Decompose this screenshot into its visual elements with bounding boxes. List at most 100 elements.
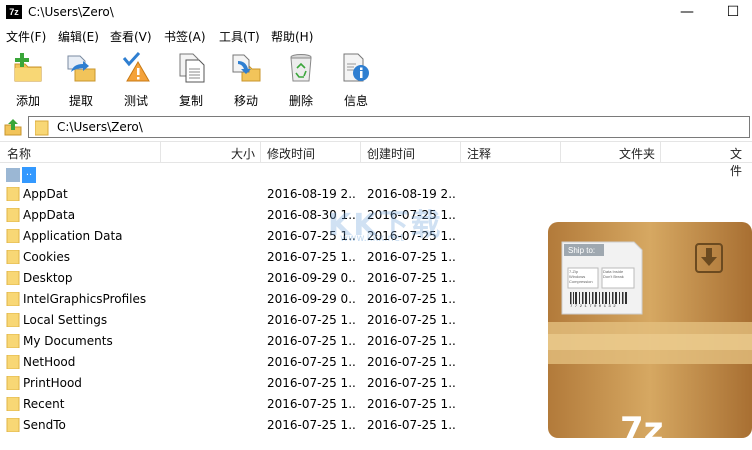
move-icon	[230, 52, 262, 84]
parent-folder-row[interactable]: ..	[0, 163, 752, 184]
item-created: 2016-07-25 1...	[367, 418, 455, 432]
folder-icon	[6, 355, 20, 369]
add-button[interactable]: 添加	[0, 50, 56, 112]
item-created: 2016-07-25 1...	[367, 376, 455, 390]
add-icon	[12, 52, 44, 84]
menu-edit[interactable]: 编辑(E)	[58, 28, 99, 45]
move-label: 移动	[233, 94, 258, 108]
menu-bookmarks[interactable]: 书签(A)	[164, 28, 206, 45]
7zip-box-illustration: Ship to: 7-Zip Windows Compression Data …	[544, 222, 752, 450]
address-path: C:\Users\Zero\	[57, 120, 143, 134]
minimize-button[interactable]: —	[664, 0, 710, 26]
item-modified: 2016-07-25 1...	[267, 418, 355, 432]
info-button[interactable]: 信息	[328, 50, 384, 112]
move-button[interactable]: 移动	[218, 50, 274, 112]
column-separator[interactable]	[260, 142, 261, 162]
recycle-bin-icon	[285, 52, 317, 84]
window-title: C:\Users\Zero\	[28, 5, 114, 19]
test-button[interactable]: 测试	[108, 50, 164, 112]
item-created: 2016-07-25 1...	[367, 271, 455, 285]
folder-icon	[6, 376, 20, 390]
folder-icon	[6, 292, 20, 306]
up-folder-button[interactable]	[4, 118, 22, 136]
item-name: AppData	[23, 208, 76, 222]
item-modified: 2016-07-25 1...	[267, 313, 355, 327]
folder-icon	[6, 187, 20, 201]
item-modified: 2016-08-19 2...	[267, 187, 355, 201]
menu-view[interactable]: 查看(V)	[110, 28, 152, 45]
column-separator[interactable]	[560, 142, 561, 162]
item-name: Desktop	[23, 271, 73, 285]
item-created: 2016-07-25 1...	[367, 250, 455, 264]
menu-file[interactable]: 文件(F)	[6, 28, 46, 45]
item-created: 2016-07-25 1...	[367, 292, 455, 306]
menu-bar: 文件(F) 编辑(E) 查看(V) 书签(A) 工具(T) 帮助(H)	[0, 26, 752, 46]
copy-button[interactable]: 复制	[163, 50, 219, 112]
delete-button[interactable]: 删除	[273, 50, 329, 112]
column-separator[interactable]	[460, 142, 461, 162]
parent-folder-icon	[6, 168, 20, 182]
item-modified: 2016-07-25 1...	[267, 376, 355, 390]
menu-help[interactable]: 帮助(H)	[271, 28, 313, 45]
item-modified: 2016-07-25 1...	[267, 355, 355, 369]
column-created[interactable]: 创建时间	[367, 145, 415, 162]
column-size[interactable]: 大小	[231, 145, 255, 162]
folder-icon	[6, 418, 20, 432]
item-created: 2016-07-25 1...	[367, 313, 455, 327]
folder-icon	[6, 229, 20, 243]
app-7zip-icon: 7z	[6, 5, 22, 19]
folder-icon	[6, 313, 20, 327]
box-barcode-number: 7 7 2 1 7 0 0 1 3 2	[570, 305, 616, 309]
extract-label: 提取	[68, 94, 93, 108]
item-name: Local Settings	[23, 313, 108, 327]
delete-label: 删除	[288, 94, 313, 108]
item-name: PrintHood	[23, 376, 82, 390]
extract-icon	[65, 52, 97, 84]
column-separator[interactable]	[360, 142, 361, 162]
item-created: 2016-08-19 2...	[367, 187, 455, 201]
folder-icon	[6, 334, 20, 348]
column-headers: 名称 大小 修改时间 创建时间 注释 文件夹 文件	[0, 141, 752, 178]
item-name: IntelGraphicsProfiles	[23, 292, 147, 306]
item-name: My Documents	[23, 334, 113, 348]
box-7z-logo: 7z	[620, 410, 664, 450]
copy-icon	[175, 52, 207, 84]
item-modified: 2016-09-29 0...	[267, 292, 355, 306]
add-label: 添加	[15, 94, 40, 108]
info-label: 信息	[343, 94, 368, 108]
address-bar-row: C:\Users\Zero\	[0, 114, 752, 140]
address-field[interactable]: C:\Users\Zero\	[28, 116, 750, 138]
menu-tools[interactable]: 工具(T)	[219, 28, 260, 45]
folder-icon	[6, 250, 20, 264]
item-name: NetHood	[23, 355, 76, 369]
folder-icon	[6, 271, 20, 285]
box-label-right: Data Inside Don't Break	[603, 269, 624, 279]
folder-icon	[6, 208, 20, 222]
test-icon	[120, 51, 152, 84]
item-name: Application Data	[23, 229, 123, 243]
maximize-button[interactable]: ☐	[710, 0, 752, 26]
folder-icon	[6, 397, 20, 411]
up-arrow-icon	[4, 119, 22, 136]
info-icon	[340, 52, 372, 84]
column-folders[interactable]: 文件夹	[619, 145, 655, 162]
item-created: 2016-07-25 1...	[367, 334, 455, 348]
column-modified[interactable]: 修改时间	[267, 145, 315, 162]
copy-label: 复制	[178, 94, 203, 108]
item-name: AppDat	[23, 187, 68, 201]
extract-button[interactable]: 提取	[53, 50, 109, 112]
title-bar: 7z C:\Users\Zero\ — ☐	[0, 0, 752, 26]
item-name: Recent	[23, 397, 65, 411]
column-comment[interactable]: 注释	[467, 145, 491, 162]
item-modified: 2016-07-25 1...	[267, 250, 355, 264]
folder-icon	[34, 120, 49, 136]
column-separator[interactable]	[160, 142, 161, 162]
box-label-left: 7-Zip Windows Compression	[569, 269, 593, 284]
column-separator[interactable]	[660, 142, 661, 162]
test-label: 测试	[123, 94, 148, 108]
item-created: 2016-07-25 1...	[367, 355, 455, 369]
item-created: 2016-07-25 1...	[367, 397, 455, 411]
column-name[interactable]: 名称	[7, 145, 31, 162]
toolbar: 添加 提取 测试 复制 移动 删除 信息	[0, 46, 752, 114]
watermark-url: www.kkx.net	[340, 233, 404, 244]
